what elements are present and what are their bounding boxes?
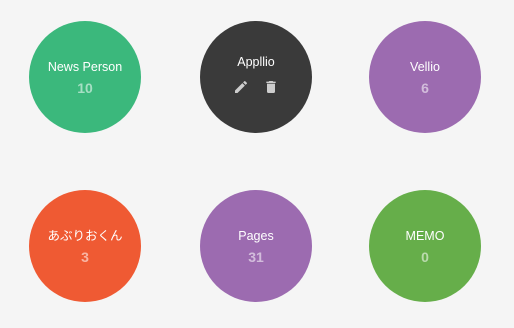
app-count: 10 bbox=[77, 80, 93, 96]
app-grid: News Person 10 Appllio Vellio 6 あぶりおくん 3… bbox=[0, 0, 514, 328]
app-count: 31 bbox=[248, 249, 264, 265]
trash-icon[interactable] bbox=[263, 79, 279, 95]
app-count: 0 bbox=[421, 249, 429, 265]
app-tile-vellio[interactable]: Vellio 6 bbox=[369, 21, 481, 133]
app-tile-appllio[interactable]: Appllio bbox=[200, 21, 312, 133]
app-name: Pages bbox=[238, 229, 274, 243]
app-name: Vellio bbox=[410, 60, 440, 74]
app-tile-news-person[interactable]: News Person 10 bbox=[29, 21, 141, 133]
app-name: あぶりおくん bbox=[47, 229, 123, 243]
app-tile-memo[interactable]: MEMO 0 bbox=[369, 190, 481, 302]
app-tile-aburiokun[interactable]: あぶりおくん 3 bbox=[29, 190, 141, 302]
app-name: Appllio bbox=[237, 55, 275, 69]
app-name: MEMO bbox=[405, 229, 445, 243]
app-count: 6 bbox=[421, 80, 429, 96]
pencil-icon[interactable] bbox=[233, 79, 249, 95]
app-count: 3 bbox=[81, 249, 89, 265]
app-name: News Person bbox=[47, 60, 123, 74]
app-actions bbox=[233, 79, 279, 95]
app-tile-pages[interactable]: Pages 31 bbox=[200, 190, 312, 302]
